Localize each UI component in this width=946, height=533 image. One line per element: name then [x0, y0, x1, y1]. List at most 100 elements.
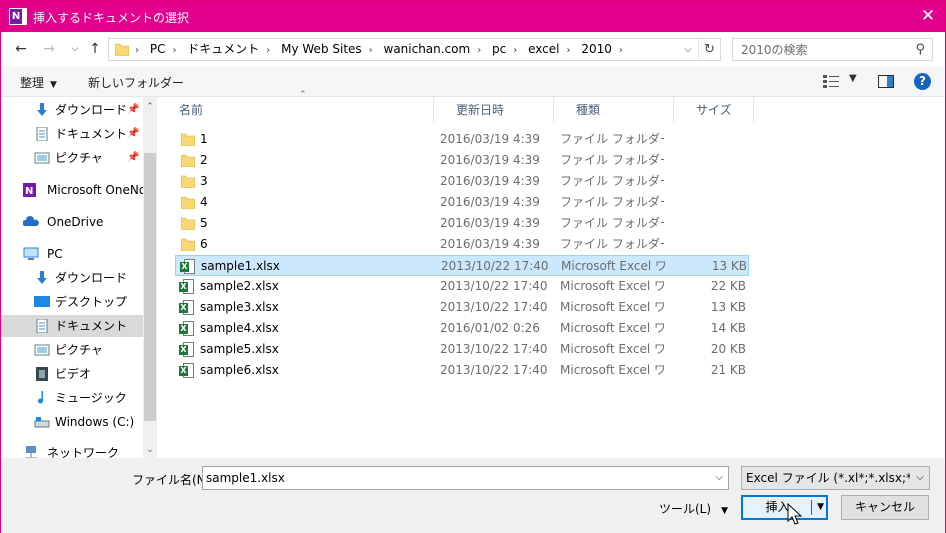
- insert-options-chevron-icon[interactable]: ▼: [817, 497, 824, 518]
- address-row: ← → ⌵ ↑ › PC › ドキュメント › My Web Sites › wani…: [1, 32, 945, 66]
- dialog-title: 挿入するドキュメントの選択: [33, 11, 190, 25]
- new-folder-button[interactable]: 新しいフォルダー: [88, 74, 184, 91]
- music-icon: [38, 391, 43, 404]
- list-item-excel[interactable]: X sample4.xlsx 2016/01/02 0:26 Microsoft E…: [175, 318, 749, 339]
- address-history-chevron-icon[interactable]: ⌵: [681, 39, 695, 60]
- help-icon[interactable]: ?: [914, 73, 931, 90]
- sidebar-item-pc[interactable]: PC: [1, 243, 143, 265]
- chevron-down-icon: ▼: [50, 80, 57, 90]
- video-icon: [36, 367, 48, 381]
- breadcrumb-item[interactable]: excel: [528, 42, 559, 56]
- excel-file-icon: X: [179, 279, 194, 294]
- folder-icon: [115, 43, 129, 56]
- cancel-button[interactable]: キャンセル: [841, 495, 929, 520]
- close-button[interactable]: ✕: [911, 1, 945, 32]
- insert-button[interactable]: 挿入 ▼: [741, 495, 828, 520]
- dialog-footer: ファイル名(N): sample1.xlsx ⌵ Excel ファイル (*.x…: [1, 458, 945, 533]
- view-options-icon[interactable]: [823, 74, 839, 88]
- document-icon: [36, 127, 48, 141]
- recent-locations-chevron-icon[interactable]: ⌵: [66, 40, 84, 58]
- list-item-folder[interactable]: 6 2016/03/19 4:39 ファイル フォルダー: [175, 234, 749, 255]
- drive-icon: [34, 417, 50, 428]
- download-arrow-icon: [37, 103, 47, 116]
- excel-file-icon: X: [179, 342, 194, 357]
- sidebar-item-pictures-quick[interactable]: ピクチャ 📌: [1, 147, 143, 169]
- search-input[interactable]: [741, 42, 901, 57]
- insert-document-dialog: N 挿入するドキュメントの選択 ✕ ← → ⌵ ↑ › PC › ドキュメント › …: [0, 0, 946, 533]
- chevron-down-icon[interactable]: ⌵: [913, 467, 927, 489]
- pin-icon: 📌: [127, 152, 140, 163]
- sidebar-item-downloads[interactable]: ダウンロード: [1, 267, 143, 289]
- onedrive-icon: [23, 216, 39, 226]
- list-item-excel[interactable]: X sample2.xlsx 2013/10/22 17:40 Microsoft …: [175, 276, 749, 297]
- search-box[interactable]: ⚲: [732, 38, 933, 61]
- sidebar-item-windows-c[interactable]: Windows (C:): [1, 411, 143, 433]
- folder-icon: [181, 154, 195, 167]
- preview-pane-icon[interactable]: [878, 75, 894, 88]
- onenote-app-icon: N: [9, 8, 27, 25]
- breadcrumb-item[interactable]: My Web Sites: [281, 42, 362, 56]
- filename-value[interactable]: sample1.xlsx: [206, 467, 285, 489]
- scroll-up-arrow-icon[interactable]: ⌃: [143, 100, 157, 114]
- up-arrow-icon[interactable]: ↑: [86, 40, 104, 58]
- breadcrumb-item[interactable]: 2010: [581, 42, 612, 56]
- sidebar-item-desktop[interactable]: デスクトップ: [1, 291, 143, 313]
- filename-field[interactable]: sample1.xlsx ⌵: [202, 466, 729, 490]
- column-header-size[interactable]: サイズ: [674, 97, 754, 123]
- folder-icon: [181, 238, 195, 251]
- list-item-folder[interactable]: 1 2016/03/19 4:39 ファイル フォルダー: [175, 129, 749, 150]
- list-item-folder[interactable]: 5 2016/03/19 4:39 ファイル フォルダー: [175, 213, 749, 234]
- desktop-icon: [34, 296, 50, 307]
- column-header-type[interactable]: 種類: [554, 97, 674, 123]
- list-item-folder[interactable]: 4 2016/03/19 4:39 ファイル フォルダー: [175, 192, 749, 213]
- svg-text:N: N: [25, 186, 33, 197]
- document-icon: [36, 319, 48, 333]
- folder-icon: [181, 196, 195, 209]
- scroll-down-arrow-icon[interactable]: ⌄: [143, 443, 157, 457]
- list-item-excel[interactable]: X sample3.xlsx 2013/10/22 17:40 Microsoft …: [175, 297, 749, 318]
- list-item-folder[interactable]: 3 2016/03/19 4:39 ファイル フォルダー: [175, 171, 749, 192]
- chevron-down-icon: ▼: [721, 506, 728, 516]
- list-item-folder[interactable]: 2 2016/03/19 4:39 ファイル フォルダー: [175, 150, 749, 171]
- sidebar-item-pictures[interactable]: ピクチャ: [1, 339, 143, 361]
- breadcrumb-item[interactable]: wanichan.com: [384, 42, 471, 56]
- network-icon: [25, 446, 37, 458]
- list-item-excel-selected[interactable]: X sample1.xlsx 2013/10/22 17:40 Microsoft …: [175, 255, 749, 276]
- list-item-excel[interactable]: X sample5.xlsx 2013/10/22 17:40 Microsoft …: [175, 339, 749, 360]
- mouse-pointer-icon: [787, 503, 803, 525]
- column-header-date[interactable]: 更新日時: [434, 97, 554, 123]
- scrollbar-thumb[interactable]: [144, 153, 156, 421]
- excel-file-icon: X: [180, 259, 195, 274]
- pc-icon: [23, 247, 39, 260]
- excel-file-icon: X: [179, 300, 194, 315]
- filename-history-chevron-icon[interactable]: ⌵: [710, 467, 728, 489]
- breadcrumb-item[interactable]: PC: [150, 42, 166, 56]
- tools-menu-button[interactable]: ツール(L) ▼: [659, 500, 728, 517]
- filetype-select[interactable]: Excel ファイル (*.xl*;*.xlsx;*.xlsm;* ⌵: [741, 466, 930, 490]
- breadcrumb-item[interactable]: ドキュメント: [187, 42, 259, 56]
- sidebar-item-documents[interactable]: ドキュメント: [1, 315, 143, 337]
- sidebar-item-music[interactable]: ミュージック: [1, 387, 143, 409]
- refresh-icon[interactable]: ↻: [698, 39, 720, 60]
- list-item-excel[interactable]: X sample6.xlsx 2013/10/22 17:40 Microsoft …: [175, 360, 749, 381]
- sidebar-item-videos[interactable]: ビデオ: [1, 363, 143, 385]
- folder-icon: [181, 217, 195, 230]
- organize-button[interactable]: 整理 ▼: [20, 74, 57, 91]
- back-arrow-icon[interactable]: ←: [12, 40, 30, 58]
- view-chevron-down-icon[interactable]: ▼: [849, 73, 857, 84]
- breadcrumb-item[interactable]: pc: [492, 42, 506, 56]
- forward-arrow-icon[interactable]: →: [40, 40, 58, 58]
- sidebar-item-downloads-quick[interactable]: ダウンロード 📌: [1, 99, 143, 121]
- sidebar-item-network[interactable]: ネットワーク: [1, 442, 143, 458]
- address-bar[interactable]: › PC › ドキュメント › My Web Sites › wanichan.com…: [108, 38, 721, 61]
- pictures-icon: [34, 152, 50, 164]
- sidebar-scrollbar[interactable]: ⌃ ⌄: [143, 97, 157, 458]
- folder-icon: [181, 133, 195, 146]
- search-icon[interactable]: ⚲: [915, 42, 925, 57]
- filetype-value: Excel ファイル (*.xl*;*.xlsx;*.xlsm;*: [746, 471, 910, 485]
- sidebar-item-documents-quick[interactable]: ドキュメント 📌: [1, 123, 143, 145]
- onenote-icon: N: [23, 183, 36, 197]
- column-header-name[interactable]: 名前: [157, 97, 434, 123]
- sidebar-item-onedrive[interactable]: OneDrive: [1, 211, 143, 233]
- sidebar-item-onenote[interactable]: N Microsoft OneNote: [1, 179, 157, 201]
